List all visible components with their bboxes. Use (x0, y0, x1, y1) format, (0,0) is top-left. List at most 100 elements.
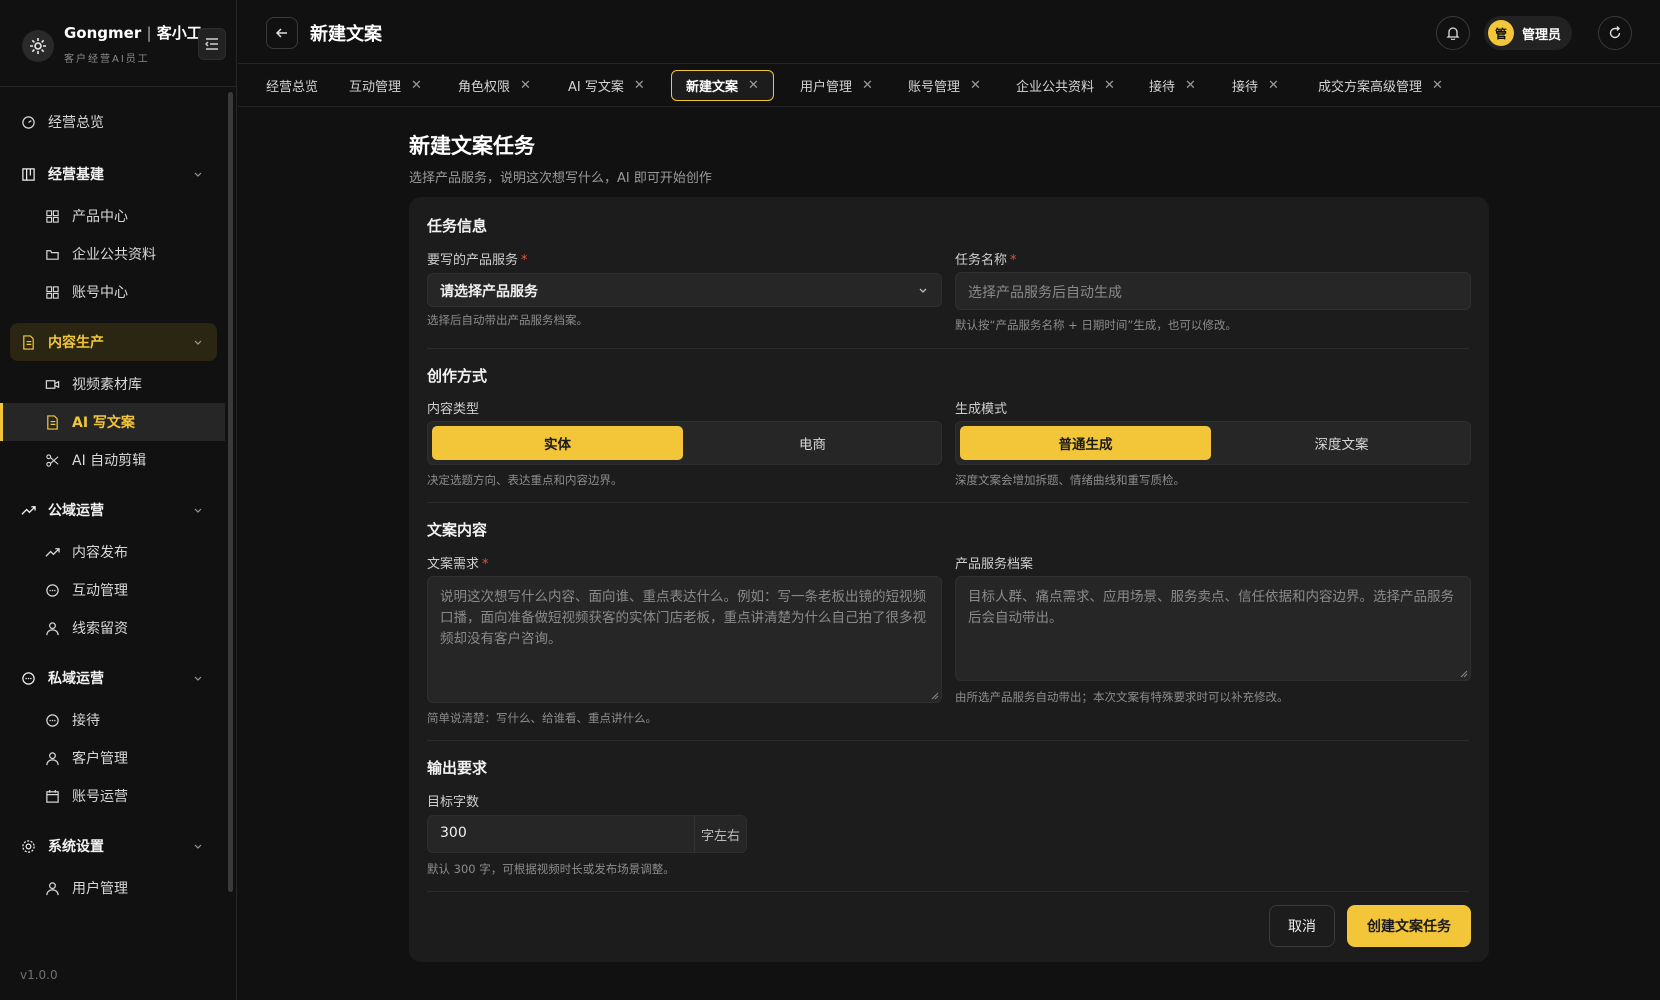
sidebar-item[interactable]: AI 自动剪辑 (0, 441, 225, 479)
tab[interactable]: 接待 ✕ (1218, 70, 1293, 101)
app-root: Gongmer | 客小工 客户经营AI员工 经营总览 经营基建 产品中心 企业公共资… (0, 0, 1660, 1000)
resize-handle-icon[interactable] (1460, 670, 1468, 678)
tab[interactable]: 互动管理 ✕ (335, 70, 436, 101)
tab-label: 成交方案高级管理 (1318, 80, 1423, 95)
requirement-label-text: 文案需求 (427, 557, 480, 572)
product-select[interactable]: 请选择产品服务 (427, 273, 942, 307)
tab-label: AI 写文案 (568, 80, 624, 95)
sidebar-item-label: 视频素材库 (72, 377, 142, 393)
close-icon[interactable]: ✕ (634, 78, 645, 93)
back-button[interactable] (266, 17, 298, 49)
sidebar-item[interactable]: 企业公共资料 (0, 235, 225, 273)
task-name-input[interactable]: 选择产品服务后自动生成 (955, 272, 1471, 310)
menu-fold-icon (205, 38, 218, 50)
sidebar-item-label: 内容发布 (72, 545, 128, 561)
content-type-option-ecommerce[interactable]: 电商 (687, 426, 938, 460)
tab[interactable]: 角色权限 ✕ (444, 70, 545, 101)
profile-label: 产品服务档案 (955, 557, 1034, 572)
tab[interactable]: 用户管理 ✕ (786, 70, 887, 101)
sidebar-item-label: 线索留资 (72, 621, 128, 637)
avatar: 管 (1488, 20, 1514, 46)
sidebar-item[interactable]: 账号中心 (0, 273, 225, 311)
notification-button[interactable] (1436, 16, 1470, 50)
close-icon[interactable]: ✕ (520, 78, 531, 93)
sidebar-item[interactable]: 客户管理 (0, 739, 225, 777)
document-icon (44, 414, 60, 430)
sidebar-item[interactable]: 内容发布 (0, 533, 225, 571)
mode-option-deep[interactable]: 深度文案 (1215, 426, 1468, 460)
requirement-placeholder: 说明这次想写什么内容、面向谁、重点表达什么。例如：写一条老板出镜的短视频口播，面… (440, 589, 926, 647)
profile-textarea[interactable]: 目标人群、痛点需求、应用场景、服务卖点、信任依据和内容边界。选择产品服务后会自动… (955, 576, 1471, 681)
mode-hint: 深度文案会增加拆题、情绪曲线和重写质检。 (955, 473, 1185, 487)
content-type-option-entity[interactable]: 实体 (432, 426, 683, 460)
divider (427, 891, 1469, 892)
sidebar-item[interactable]: AI 写文案 (0, 403, 225, 441)
profile-hint: 由所选产品服务自动带出；本次文案有特殊要求时可以补充修改。 (955, 690, 1289, 704)
refresh-button[interactable] (1598, 16, 1632, 50)
tab[interactable]: 成交方案高级管理 ✕ (1304, 70, 1457, 101)
user-menu[interactable]: 管 管理员 (1484, 16, 1572, 50)
mode-option-normal[interactable]: 普通生成 (960, 426, 1211, 460)
close-icon[interactable]: ✕ (970, 78, 981, 93)
requirement-label: 文案需求 * (427, 553, 489, 572)
chevron-down-icon (919, 288, 927, 293)
sidebar-item-label: 系统设置 (48, 839, 104, 855)
brand: Gongmer | 客小工 客户经营AI员工 (0, 0, 237, 87)
mode-label: 生成模式 (955, 402, 1008, 417)
resize-handle-icon[interactable] (931, 692, 939, 700)
requirement-textarea[interactable]: 说明这次想写什么内容、面向谁、重点表达什么。例如：写一条老板出镜的短视频口播，面… (427, 576, 942, 703)
product-label: 要写的产品服务 * (427, 249, 528, 268)
sidebar-item[interactable]: 内容生产 (10, 323, 217, 361)
cancel-button[interactable]: 取消 (1269, 905, 1335, 947)
sidebar-item-label: AI 写文案 (72, 415, 135, 431)
sidebar-item[interactable]: 互动管理 (0, 571, 225, 609)
tab[interactable]: AI 写文案 ✕ (554, 70, 659, 101)
sidebar-item-label: 经营基建 (48, 167, 104, 183)
divider (427, 740, 1469, 741)
sidebar-item[interactable]: 经营基建 (10, 155, 217, 193)
scissors-icon (44, 452, 60, 468)
close-icon[interactable]: ✕ (1104, 78, 1115, 93)
tab[interactable]: 经营总览 (252, 70, 332, 101)
brand-subtitle: 客户经营AI员工 (64, 54, 150, 65)
sidebar-item[interactable]: 产品中心 (0, 197, 225, 235)
sidebar-scrollbar[interactable] (228, 92, 233, 892)
close-icon[interactable]: ✕ (862, 78, 873, 93)
brand-logo-icon (22, 30, 54, 62)
folder-icon (44, 246, 60, 262)
word-count-label: 目标字数 (427, 795, 480, 810)
close-icon[interactable]: ✕ (1185, 78, 1196, 93)
create-task-button[interactable]: 创建文案任务 (1347, 905, 1471, 947)
sidebar-item[interactable]: 公域运营 (10, 491, 217, 529)
sidebar-item[interactable]: 视频素材库 (0, 365, 225, 403)
collapse-sidebar-button[interactable] (198, 28, 226, 60)
tab[interactable]: 接待 ✕ (1135, 70, 1210, 101)
sidebar-item[interactable]: 线索留资 (0, 609, 225, 647)
tab-label: 用户管理 (800, 80, 853, 95)
brand-name-cn: 客小工 (156, 24, 202, 42)
close-icon[interactable]: ✕ (748, 78, 759, 93)
sidebar-item[interactable]: 用户管理 (0, 869, 225, 907)
sidebar-item[interactable]: 系统设置 (10, 827, 217, 865)
tab[interactable]: 新建文案 ✕ (671, 70, 774, 101)
sidebar-item[interactable]: 账号运营 (0, 777, 225, 815)
tab[interactable]: 账号管理 ✕ (894, 70, 995, 101)
close-icon[interactable]: ✕ (1268, 78, 1279, 93)
sidebar-item[interactable]: 接待 (0, 701, 225, 739)
page-title: 新建文案 (310, 24, 382, 45)
requirement-hint: 简单说清楚：写什么、给谁看、重点讲什么。 (427, 711, 657, 725)
tab[interactable]: 企业公共资料 ✕ (1002, 70, 1129, 101)
bell-icon (1446, 27, 1460, 40)
close-icon[interactable]: ✕ (1432, 78, 1443, 93)
required-mark: * (521, 253, 528, 268)
word-count-hint: 默认 300 字，可根据视频时长或发布场景调整。 (427, 862, 675, 876)
close-icon[interactable]: ✕ (411, 78, 422, 93)
word-count-input[interactable]: 300 字左右 (427, 815, 747, 853)
chat-icon (20, 670, 36, 686)
profile-placeholder: 目标人群、痛点需求、应用场景、服务卖点、信任依据和内容边界。选择产品服务后会自动… (968, 589, 1454, 626)
product-label-text: 要写的产品服务 (427, 253, 519, 268)
sidebar-item[interactable]: 经营总览 (10, 103, 217, 141)
sidebar-item[interactable]: 私域运营 (10, 659, 217, 697)
brand-name: Gongmer (64, 24, 142, 42)
task-name-label: 任务名称 * (955, 249, 1017, 268)
